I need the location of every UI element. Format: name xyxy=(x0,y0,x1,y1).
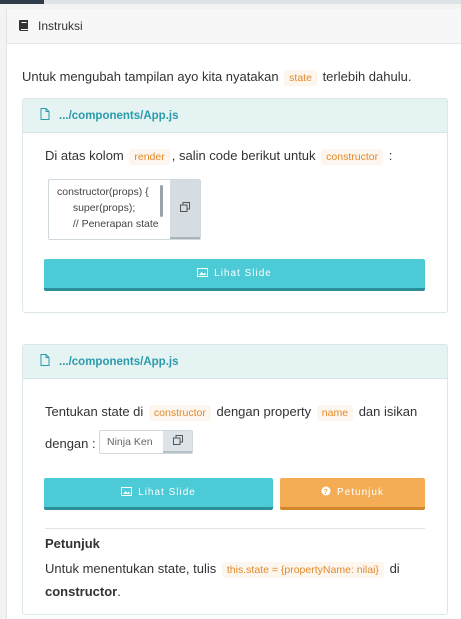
hint-code: this.state = {propertyName: nilai} xyxy=(221,562,384,578)
book-icon xyxy=(18,19,38,34)
image-icon xyxy=(197,267,214,280)
step2-file-path: .../components/App.js xyxy=(59,355,179,368)
step1-instruction: Di atas kolom render, salin code berikut… xyxy=(45,148,393,165)
step1-code-constructor: constructor xyxy=(321,149,384,165)
hint-title: Petunjuk xyxy=(45,536,100,551)
step1-text-mid: , salin code berikut untuk xyxy=(171,148,316,163)
step1-card: .../components/App.js Di atas kolom rend… xyxy=(22,98,448,313)
hint-body: Untuk menentukan state, tulis this.state… xyxy=(45,558,430,603)
copy-code-button[interactable] xyxy=(170,180,200,239)
step1-text-before: Di atas kolom xyxy=(45,148,124,163)
hint-divider xyxy=(45,528,425,529)
intro-before: Untuk mengubah tampilan ayo kita nyataka… xyxy=(22,69,279,84)
top-strip-active xyxy=(0,0,44,4)
step2-text-before: Tentukan state di xyxy=(45,404,144,419)
code-scrollbar[interactable] xyxy=(160,185,163,217)
step2-code-name: name xyxy=(316,405,354,421)
hint-text-end: . xyxy=(117,584,121,599)
name-value-input[interactable] xyxy=(100,431,171,453)
code-line: constructor(props) { xyxy=(57,186,149,198)
intro-after: terlebih dahulu. xyxy=(322,69,412,84)
code-snippet-text[interactable]: constructor(props) { super(props); // Pe… xyxy=(57,184,159,232)
question-circle-icon: ? xyxy=(321,486,337,499)
svg-text:?: ? xyxy=(323,487,329,496)
hint-strong: constructor xyxy=(45,584,118,599)
image-icon xyxy=(121,486,138,499)
hint-text-mid: di xyxy=(389,561,400,576)
step2-instruction: Tentukan state di constructor dengan pro… xyxy=(45,404,418,421)
top-strip xyxy=(0,0,461,4)
step2-card: .../components/App.js Tentukan state di … xyxy=(22,344,448,615)
step2-slide-button-label: Lihat Slide xyxy=(138,487,196,498)
step1-file-path: .../components/App.js xyxy=(59,109,179,122)
step2-line2: dengan : xyxy=(45,436,96,451)
hint-text-before: Untuk menentukan state, tulis xyxy=(45,561,217,576)
hint-button-label: Petunjuk xyxy=(337,487,384,498)
step2-header: .../components/App.js xyxy=(23,345,447,379)
copy-value-button[interactable] xyxy=(163,431,192,453)
code-snippet-box[interactable]: constructor(props) { super(props); // Pe… xyxy=(48,179,201,240)
step1-text-after: : xyxy=(388,148,393,163)
file-icon xyxy=(40,108,59,123)
step1-header: .../components/App.js xyxy=(23,99,447,133)
intro-code: state xyxy=(284,70,317,86)
hint-button[interactable]: ? Petunjuk xyxy=(280,478,425,510)
panel-title: Instruksi xyxy=(38,19,83,33)
step2-code-constructor: constructor xyxy=(148,405,211,421)
intro-text: Untuk mengubah tampilan ayo kita nyataka… xyxy=(22,68,411,87)
step1-code-render: render xyxy=(129,149,170,165)
step1-slide-button[interactable]: Lihat Slide xyxy=(44,259,425,291)
name-value-field[interactable] xyxy=(99,430,193,454)
step2-slide-button[interactable]: Lihat Slide xyxy=(44,478,273,510)
copy-icon xyxy=(172,432,183,450)
code-line: // Penerapan state xyxy=(67,218,159,230)
step2-text-mid: dengan property xyxy=(216,404,312,419)
panel-header: Instruksi xyxy=(7,9,461,44)
instruction-panel: Instruksi Untuk mengubah tampilan ayo ki… xyxy=(6,9,461,619)
code-line: super(props); xyxy=(67,202,136,214)
step2-text-after: dan isikan xyxy=(358,404,418,419)
file-icon xyxy=(40,354,59,369)
copy-icon xyxy=(180,201,190,217)
step1-slide-button-label: Lihat Slide xyxy=(214,268,272,279)
